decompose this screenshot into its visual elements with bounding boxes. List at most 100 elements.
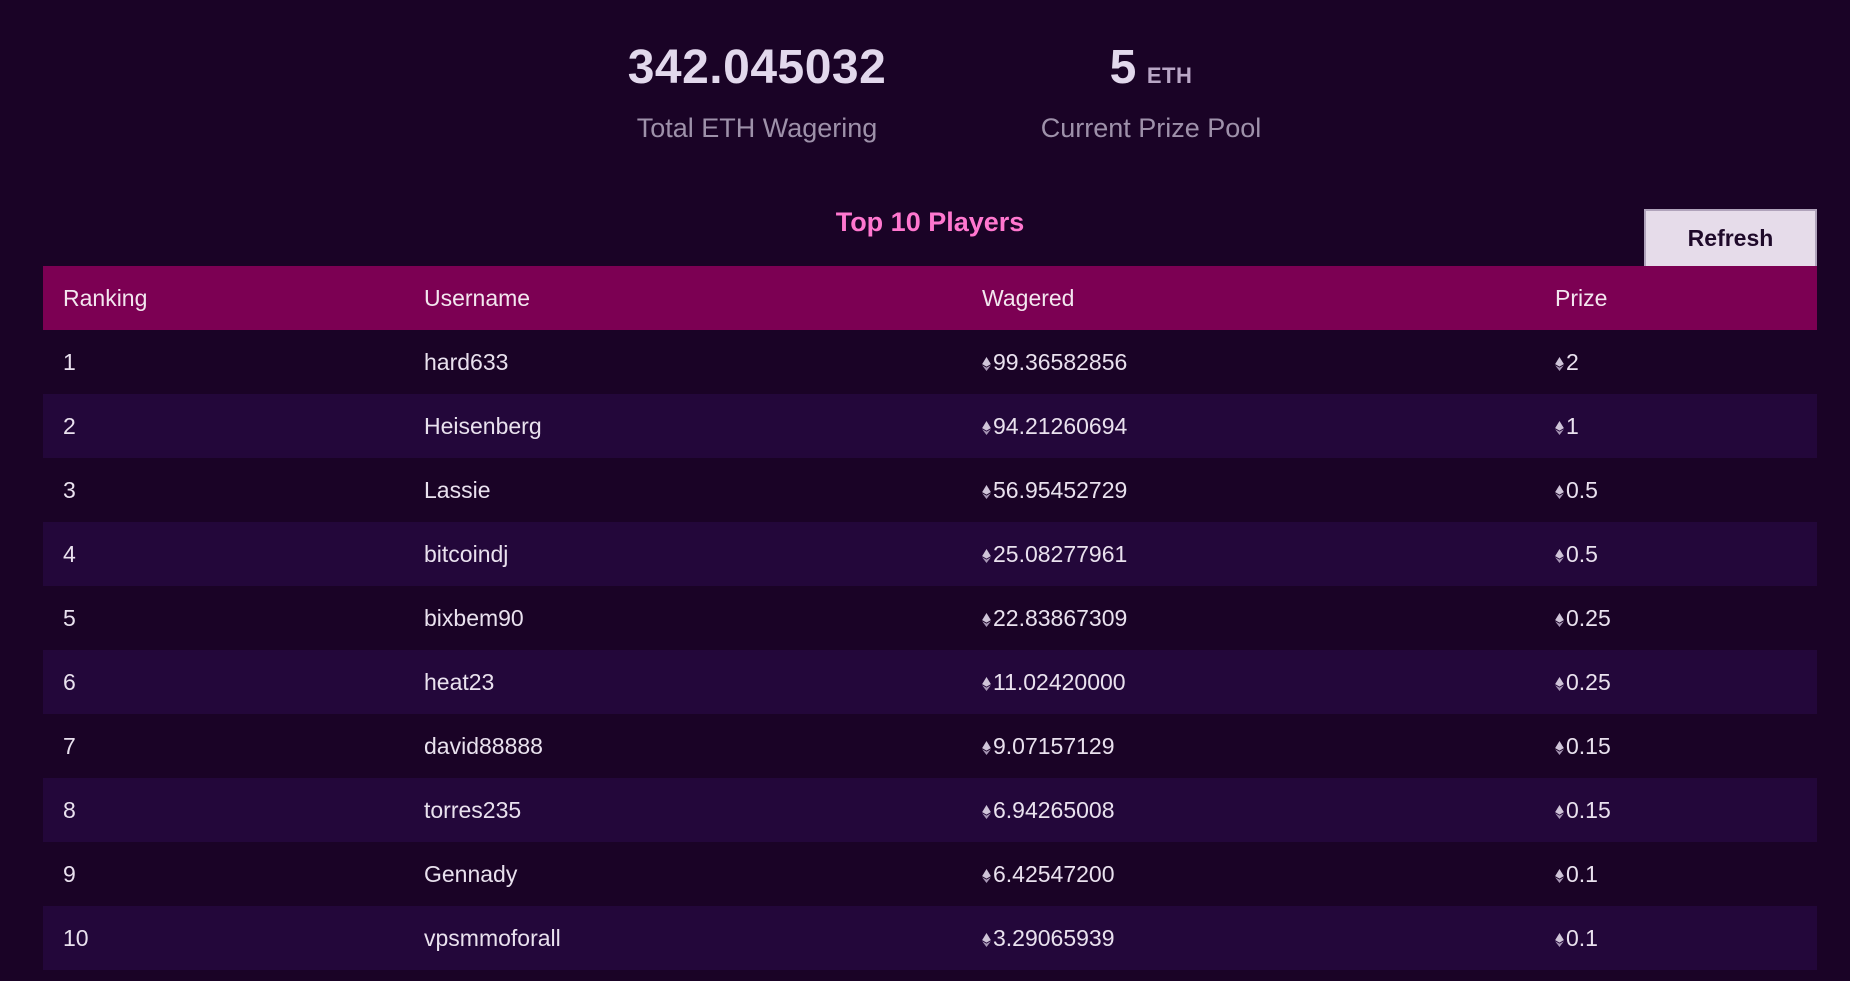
wagered-cell: 99.36582856 bbox=[962, 330, 1535, 394]
prize-value: 0.25 bbox=[1566, 604, 1611, 631]
prize-cell: 0.15 bbox=[1535, 714, 1817, 778]
ethereum-icon bbox=[1555, 349, 1566, 375]
rank-value: 10 bbox=[63, 924, 89, 951]
ethereum-icon bbox=[1555, 669, 1566, 695]
rank-cell: 8 bbox=[43, 778, 404, 842]
rank-value: 9 bbox=[63, 860, 76, 887]
rank-cell: 7 bbox=[43, 714, 404, 778]
rank-value: 7 bbox=[63, 732, 76, 759]
ethereum-icon bbox=[982, 605, 993, 631]
wagered-value: 11.02420000 bbox=[993, 668, 1126, 695]
prize-value: 0.1 bbox=[1566, 924, 1598, 951]
wagered-cell: 3.29065939 bbox=[962, 906, 1535, 970]
prize-cell: 0.15 bbox=[1535, 778, 1817, 842]
username-value: torres235 bbox=[424, 796, 522, 823]
username-cell: hard633 bbox=[404, 330, 962, 394]
rank-cell: 9 bbox=[43, 842, 404, 906]
header-row: Ranking Username Wagered Prize bbox=[43, 266, 1817, 330]
prize-value: 2 bbox=[1566, 348, 1579, 375]
prize-value: 0.15 bbox=[1566, 796, 1611, 823]
ethereum-icon bbox=[1555, 861, 1566, 887]
username-cell: david88888 bbox=[404, 714, 962, 778]
rank-value: 8 bbox=[63, 796, 76, 823]
ethereum-icon bbox=[982, 733, 993, 759]
wagered-cell: 6.94265008 bbox=[962, 778, 1535, 842]
prize-cell: 0.25 bbox=[1535, 586, 1817, 650]
ethereum-icon bbox=[982, 413, 993, 439]
wagered-value: 6.42547200 bbox=[993, 860, 1115, 887]
wagered-cell: 94.21260694 bbox=[962, 394, 1535, 458]
leaderboard-table: Ranking Username Wagered Prize 1 hard633 9… bbox=[43, 266, 1817, 970]
ethereum-icon bbox=[982, 861, 993, 887]
total-wagering-stat: 342.045032 Total ETH Wagering bbox=[583, 40, 931, 144]
prize-pool-value: 5 bbox=[1109, 41, 1137, 94]
prize-pool-label: Current Prize Pool bbox=[1040, 113, 1262, 143]
table-row: 1 hard633 99.36582856 2 bbox=[43, 330, 1817, 394]
wagered-value: 9.07157129 bbox=[993, 732, 1115, 759]
column-header-prize: Prize bbox=[1535, 266, 1817, 330]
wagered-value: 56.95452729 bbox=[993, 476, 1128, 503]
rank-cell: 4 bbox=[43, 522, 404, 586]
prize-value: 0.25 bbox=[1566, 668, 1611, 695]
prize-cell: 0.1 bbox=[1535, 842, 1817, 906]
total-wagering-label: Total ETH Wagering bbox=[636, 113, 878, 143]
ethereum-icon bbox=[982, 349, 993, 375]
table-row: 8 torres235 6.94265008 0.15 bbox=[43, 778, 1817, 842]
column-header-username: Username bbox=[404, 266, 962, 330]
column-header-wagered: Wagered bbox=[962, 266, 1535, 330]
username-value: david88888 bbox=[424, 732, 543, 759]
refresh-button[interactable]: Refresh bbox=[1644, 209, 1817, 268]
table-row: 3 Lassie 56.95452729 0.5 bbox=[43, 458, 1817, 522]
wagered-value: 25.08277961 bbox=[993, 540, 1128, 567]
stats-summary: 342.045032 Total ETH Wagering 5 ETH Curre… bbox=[0, 40, 1850, 150]
wagered-value: 3.29065939 bbox=[993, 924, 1115, 951]
prize-value: 1 bbox=[1566, 412, 1579, 439]
rank-cell: 1 bbox=[43, 330, 404, 394]
prize-cell: 0.1 bbox=[1535, 906, 1817, 970]
wagered-cell: 22.83867309 bbox=[962, 586, 1535, 650]
ethereum-icon bbox=[1555, 541, 1566, 567]
wagered-value: 99.36582856 bbox=[993, 348, 1128, 375]
username-value: Heisenberg bbox=[424, 412, 542, 439]
table-row: 10 vpsmmoforall 3.29065939 0.1 bbox=[43, 906, 1817, 970]
wagered-cell: 25.08277961 bbox=[962, 522, 1535, 586]
wagered-cell: 56.95452729 bbox=[962, 458, 1535, 522]
wagered-cell: 9.07157129 bbox=[962, 714, 1535, 778]
table-row: 5 bixbem90 22.83867309 0.25 bbox=[43, 586, 1817, 650]
prize-value: 0.5 bbox=[1566, 476, 1598, 503]
wagered-cell: 11.02420000 bbox=[962, 650, 1535, 714]
rank-cell: 10 bbox=[43, 906, 404, 970]
username-value: bitcoindj bbox=[424, 540, 509, 567]
prize-cell: 1 bbox=[1535, 394, 1817, 458]
username-cell: Lassie bbox=[404, 458, 962, 522]
username-cell: Gennady bbox=[404, 842, 962, 906]
leaderboard-header: Ranking Username Wagered Prize bbox=[43, 266, 1817, 330]
ethereum-icon bbox=[982, 797, 993, 823]
username-value: bixbem90 bbox=[424, 604, 524, 631]
prize-cell: 2 bbox=[1535, 330, 1817, 394]
rank-cell: 5 bbox=[43, 586, 404, 650]
leaderboard-title: Top 10 Players bbox=[835, 207, 1025, 237]
prize-cell: 0.5 bbox=[1535, 522, 1817, 586]
table-row: 2 Heisenberg 94.21260694 1 bbox=[43, 394, 1817, 458]
rank-value: 6 bbox=[63, 668, 76, 695]
prize-value: 0.1 bbox=[1566, 860, 1598, 887]
prize-pool-value-line: 5 ETH bbox=[1010, 40, 1292, 96]
table-row: 7 david88888 9.07157129 0.15 bbox=[43, 714, 1817, 778]
total-wagering-value: 342.045032 bbox=[627, 41, 887, 94]
username-cell: Heisenberg bbox=[404, 394, 962, 458]
prize-cell: 0.25 bbox=[1535, 650, 1817, 714]
leaderboard-body: 1 hard633 99.36582856 2 2 Heisenberg 94.212606… bbox=[43, 330, 1817, 970]
rank-value: 4 bbox=[63, 540, 76, 567]
wagered-value: 22.83867309 bbox=[993, 604, 1128, 631]
table-row: 4 bitcoindj 25.08277961 0.5 bbox=[43, 522, 1817, 586]
wagered-cell: 6.42547200 bbox=[962, 842, 1535, 906]
username-cell: bixbem90 bbox=[404, 586, 962, 650]
rank-value: 5 bbox=[63, 604, 76, 631]
rank-value: 3 bbox=[63, 476, 76, 503]
column-header-ranking: Ranking bbox=[43, 266, 404, 330]
rank-value: 1 bbox=[63, 348, 76, 375]
username-cell: bitcoindj bbox=[404, 522, 962, 586]
rank-value: 2 bbox=[63, 412, 76, 439]
username-value: hard633 bbox=[424, 348, 509, 375]
